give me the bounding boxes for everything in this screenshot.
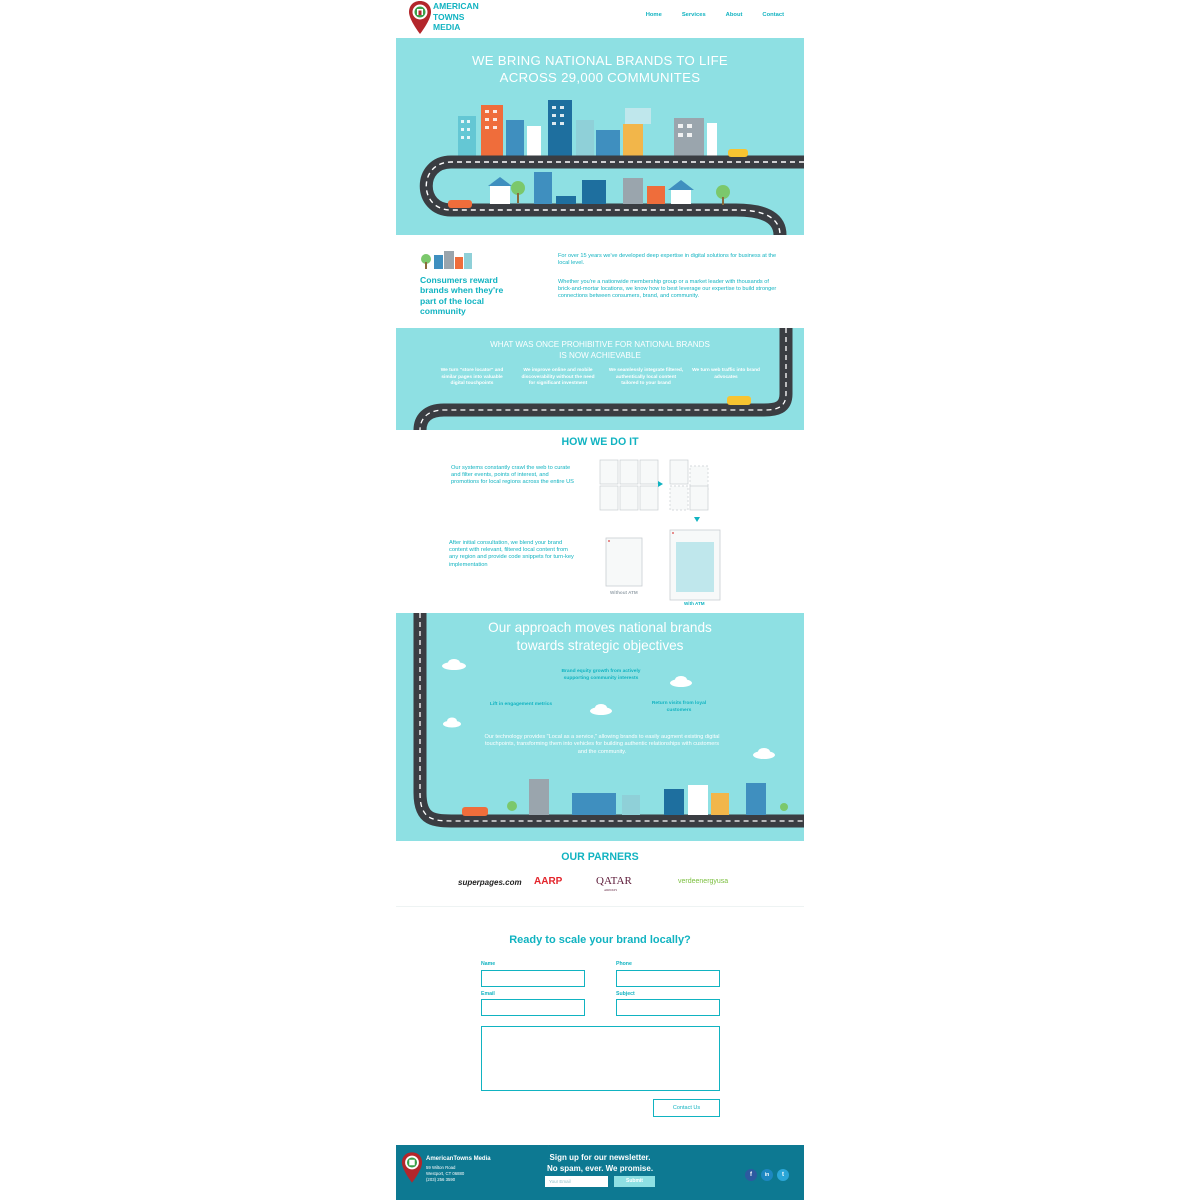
map-pin-logo-icon	[401, 1152, 423, 1183]
message-field[interactable]	[481, 1026, 720, 1091]
partner-qatar-logo[interactable]: QATAR AIRWAYS	[596, 875, 632, 892]
achievable-title: WHAT WAS ONCE PROHIBITIVE FOR NATIONAL B…	[490, 340, 710, 360]
how-step-1: Our systems constantly crawl the web to …	[451, 465, 574, 486]
subject-label: Subject	[616, 991, 635, 997]
page: AMERICAN TOWNS MEDIA Home Services About…	[396, 0, 804, 1200]
name-field[interactable]	[481, 970, 585, 987]
caption-without-atm: Without ATM	[610, 590, 638, 595]
footer-phone: (203) 256 3590	[426, 1177, 456, 1182]
newsletter-email-input[interactable]: Your Email	[545, 1176, 608, 1187]
email-label: Email	[481, 991, 495, 997]
newsletter-heading: Sign up for our newsletter. No spam, eve…	[546, 1153, 654, 1173]
contact-us-button[interactable]: Contact Us	[653, 1099, 720, 1117]
nav-about[interactable]: About	[726, 12, 743, 18]
web-pages-diagram	[599, 459, 721, 601]
approach-paragraph: Our technology provides "Local as a serv…	[484, 734, 720, 755]
achievable-section: WHAT WAS ONCE PROHIBITIVE FOR NATIONAL B…	[396, 328, 804, 430]
twitter-icon[interactable]: t	[777, 1169, 789, 1181]
logo-text: AMERICAN TOWNS MEDIA	[433, 1, 479, 32]
subject-field[interactable]	[616, 999, 720, 1016]
email-field[interactable]	[481, 999, 585, 1016]
site-footer: AmericanTowns Media 59 Wilton Road Westp…	[396, 1145, 804, 1200]
partner-aarp-logo[interactable]: AARP	[534, 876, 562, 890]
achievable-point-2: We improve online and mobile discoverabi…	[521, 368, 595, 387]
objective-engagement: Lift in engagement metrics	[489, 702, 553, 707]
intro-title: Consumers reward brands when they're par…	[420, 275, 504, 317]
buildings-icon	[421, 251, 472, 269]
nav-services[interactable]: Services	[682, 12, 706, 18]
objective-return-visits: Return visits from loyal customers	[651, 701, 707, 713]
approach-section: Our approach moves national brands towar…	[396, 613, 804, 841]
phone-label: Phone	[616, 961, 632, 967]
how-section: HOW WE DO IT Our systems constantly craw…	[396, 430, 804, 613]
qatar-logo-text: QATAR	[596, 875, 632, 887]
caption-with-atm: With ATM	[684, 601, 705, 606]
logo[interactable]: AMERICAN TOWNS MEDIA	[408, 0, 498, 36]
site-header: AMERICAN TOWNS MEDIA Home Services About…	[396, 0, 804, 38]
contact-section: Ready to scale your brand locally? Name …	[396, 909, 804, 1145]
achievable-point-4: We turn web traffic into brand advocates	[692, 368, 760, 380]
linkedin-icon[interactable]: in	[761, 1169, 773, 1181]
partner-verde-energy-logo[interactable]: verdeenergyusa	[678, 878, 728, 892]
qatar-airways-text: AIRWAYS	[604, 888, 618, 892]
facebook-icon[interactable]: f	[745, 1169, 757, 1181]
name-label: Name	[481, 961, 496, 967]
footer-address: 59 Wilton Road Westport, CT 06880 (203) …	[426, 1165, 464, 1183]
approach-title: Our approach moves national brands towar…	[488, 620, 712, 653]
nav-home[interactable]: Home	[646, 12, 662, 18]
nav-contact[interactable]: Contact	[762, 12, 784, 18]
hero-section: WE BRING NATIONAL BRANDS TO LIFE ACROSS …	[396, 38, 804, 235]
partners-section: OUR PARNERS superpages.com AARP QATAR AI…	[396, 841, 804, 907]
city-road-illustration	[419, 100, 804, 235]
intro-paragraph-1: For over 15 years we've developed deep e…	[558, 253, 777, 267]
achievable-point-1: We turn "store locator" and similar page…	[440, 368, 504, 387]
newsletter-submit-button[interactable]: Submit	[614, 1176, 655, 1187]
footer-company-name: AmericanTowns Media	[426, 1156, 491, 1162]
contact-title: Ready to scale your brand locally?	[509, 934, 691, 946]
map-pin-logo-icon	[409, 1, 431, 34]
partners-title: OUR PARNERS	[561, 851, 639, 863]
partner-superpages-logo[interactable]: superpages.com	[458, 878, 522, 892]
phone-field[interactable]	[616, 970, 720, 987]
intro-paragraph-2: Whether you're a nationwide membership g…	[558, 279, 777, 300]
how-title: HOW WE DO IT	[561, 436, 639, 448]
intro-section: Consumers reward brands when they're par…	[396, 235, 804, 328]
objective-brand-equity: Brand equity growth from actively suppor…	[561, 669, 641, 681]
how-step-2: After initial consultation, we blend you…	[449, 540, 574, 568]
main-nav: Home Services About Contact	[626, 12, 784, 18]
achievable-point-3: We seamlessly integrate filtered, authen…	[608, 368, 684, 387]
